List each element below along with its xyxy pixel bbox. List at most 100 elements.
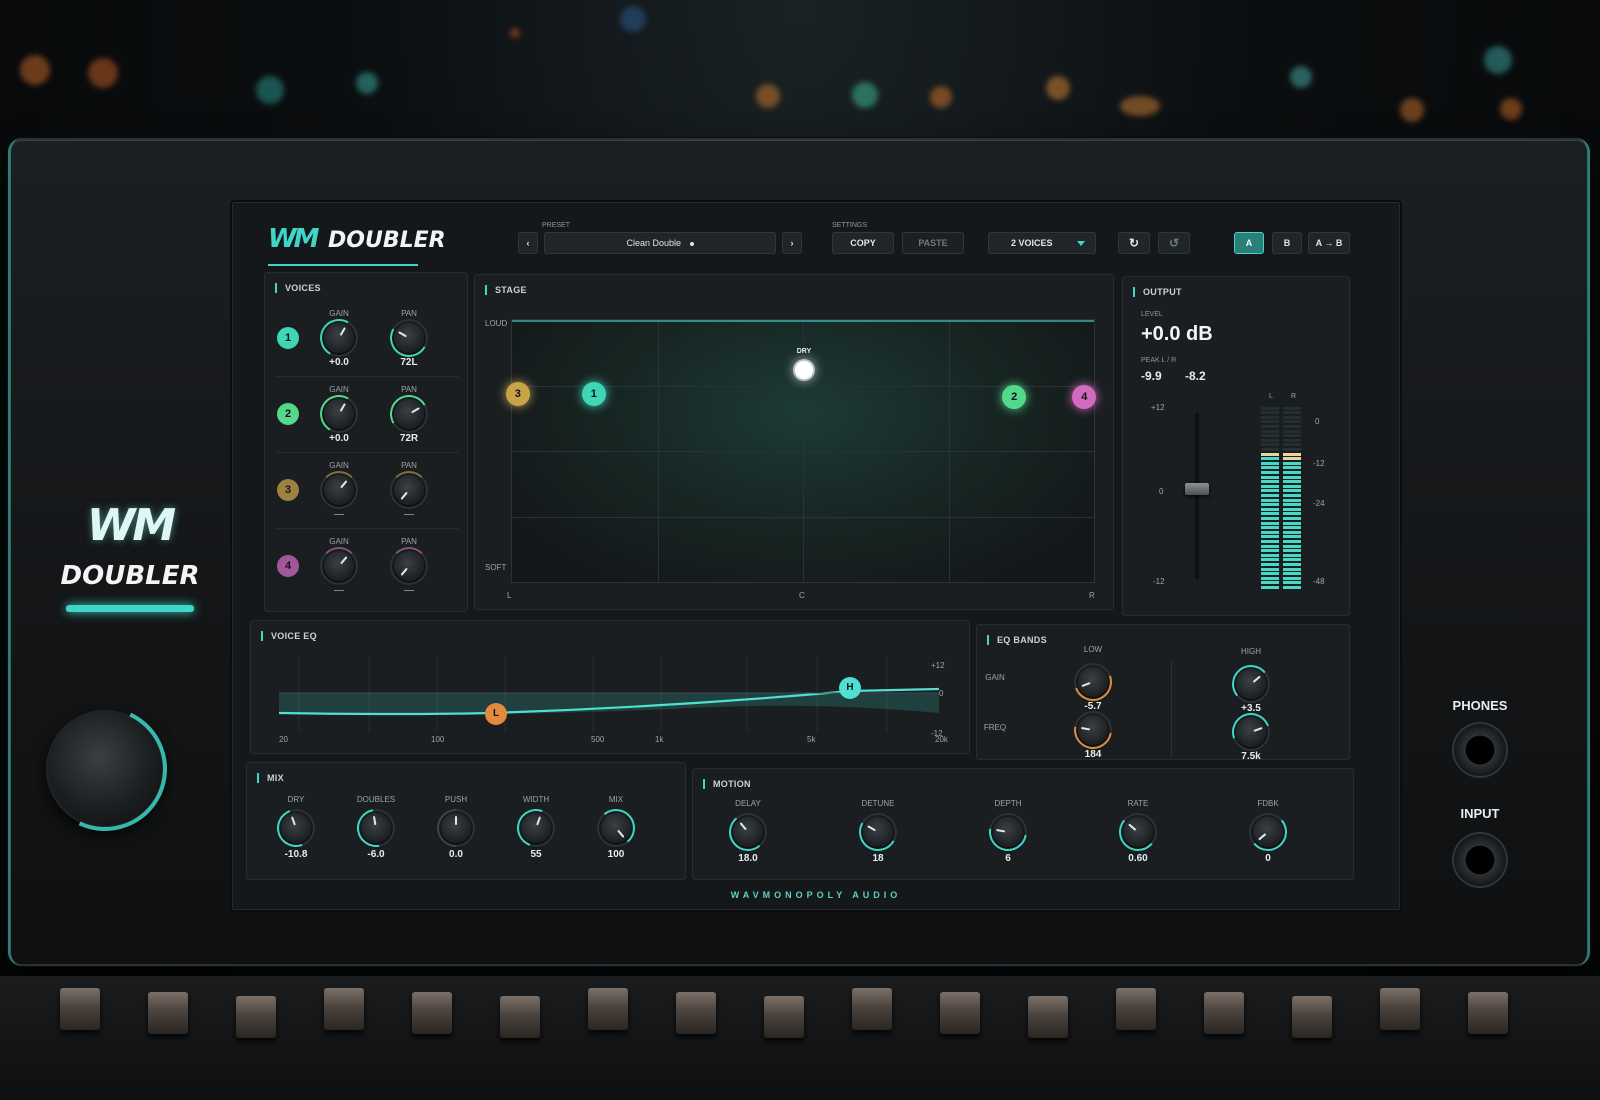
voice-1-pan-knob[interactable] <box>385 314 433 362</box>
undo-icon: ↻ <box>1128 236 1140 250</box>
voice-row-3: 3 GAIN PAN — — <box>265 455 469 529</box>
preset-selector[interactable]: Clean Double <box>544 232 776 254</box>
redo-button[interactable]: ↺ <box>1158 232 1190 254</box>
output-panel: OUTPUT LEVEL +0.0 dB PEAK L / R -9.9 -8.… <box>1122 276 1350 616</box>
eq-db-bottom: -12 <box>931 729 943 738</box>
peak-label: PEAK L / R <box>1141 357 1177 364</box>
voices-select[interactable]: 2 VOICES <box>988 232 1096 254</box>
phones-label: PHONES <box>1452 698 1508 713</box>
stage-voice-2-handle[interactable]: 2 <box>1002 384 1027 409</box>
eq-freq-tick: 20 <box>279 735 288 744</box>
gain-row-label: GAIN <box>985 673 1005 682</box>
voice-3-pan-value: — <box>404 509 414 520</box>
phones-jack[interactable] <box>1454 724 1506 776</box>
motion-fdbk-label: FDBK <box>1257 799 1279 808</box>
voice-3-pan-knob[interactable] <box>390 471 428 509</box>
mix-doubles-value: -6.0 <box>367 849 385 860</box>
stage-field[interactable]: 3 1 2 4 DRY <box>505 319 1097 583</box>
high-freq-knob[interactable] <box>1225 706 1277 758</box>
redo-icon: ↺ <box>1168 236 1180 250</box>
peak-right: -8.2 <box>1185 369 1206 383</box>
meter-scale-12: -12 <box>1313 459 1325 468</box>
output-fader-handle[interactable] <box>1185 483 1209 495</box>
voice-1-badge[interactable]: 1 <box>277 327 299 349</box>
voice-4-gain-knob[interactable] <box>320 547 358 585</box>
stage-voice-4-handle[interactable]: 4 <box>1072 384 1097 409</box>
meter-right-label: R <box>1291 393 1297 400</box>
console-fader <box>764 996 804 1038</box>
mix-dry-label: DRY <box>287 795 305 804</box>
stage-voice-3-handle[interactable]: 3 <box>505 381 530 406</box>
stage-soft-label: SOFT <box>485 563 507 572</box>
ab-slot-a-button[interactable]: A <box>1234 232 1264 254</box>
mix-dry-knob[interactable] <box>270 802 322 854</box>
motion-delay-value: 18.0 <box>738 853 758 864</box>
motion-fdbk-knob[interactable] <box>1247 811 1289 853</box>
voice-gain-label: GAIN <box>329 309 349 318</box>
motion-rate-knob[interactable] <box>1117 811 1159 853</box>
mix-mix-label: MIX <box>608 795 624 804</box>
voice-row-4: 4 GAIN PAN — — <box>265 531 469 605</box>
mix-doubles-knob[interactable] <box>349 801 403 855</box>
preset-prev-button[interactable]: ‹ <box>518 232 538 254</box>
motion-delay-label: DELAY <box>735 799 761 808</box>
motion-detune-knob[interactable] <box>854 808 902 856</box>
ab-slot-b-button[interactable]: B <box>1272 232 1302 254</box>
undo-button[interactable]: ↻ <box>1118 232 1150 254</box>
meter-scale-0: 0 <box>1315 417 1320 426</box>
input-jack[interactable] <box>1454 834 1506 886</box>
stage-dry-handle[interactable] <box>795 361 813 380</box>
voice-4-pan-knob[interactable] <box>390 547 428 585</box>
voice-3-gain-knob[interactable] <box>320 471 358 509</box>
low-freq-knob[interactable] <box>1066 703 1120 757</box>
stage-voice-1-handle[interactable]: 1 <box>581 381 606 406</box>
eq-high-handle[interactable]: H <box>839 677 861 699</box>
eq-db-zero: 0 <box>939 689 944 698</box>
motion-depth-knob[interactable] <box>981 805 1035 859</box>
console-fader <box>588 988 628 1030</box>
stage-dry-label: DRY <box>796 348 812 356</box>
voice-gain-label: GAIN <box>329 385 349 394</box>
voice-4-badge[interactable]: 4 <box>277 555 299 577</box>
console-fader <box>500 996 540 1038</box>
eq-curve-graph[interactable] <box>251 621 971 755</box>
volume-knob[interactable] <box>46 710 164 828</box>
console-faders <box>0 976 1600 1100</box>
motion-delay-knob[interactable] <box>727 811 769 853</box>
voice-4-gain-value: — <box>334 585 344 596</box>
low-freq-value: 184 <box>1084 749 1102 760</box>
output-meter <box>1261 405 1305 589</box>
voice-2-badge[interactable]: 2 <box>277 403 299 425</box>
low-gain-knob[interactable] <box>1067 656 1119 708</box>
voice-gain-label: GAIN <box>329 537 349 546</box>
voice-divider <box>275 528 459 529</box>
mix-mix-knob[interactable] <box>595 807 637 849</box>
ab-copy-button[interactable]: A → B <box>1308 232 1350 254</box>
motion-detune-label: DETUNE <box>861 799 895 808</box>
high-gain-knob[interactable] <box>1230 663 1272 705</box>
paste-button[interactable]: PASTE <box>902 232 964 254</box>
voice-pan-label: PAN <box>401 537 417 546</box>
voice-2-gain-knob[interactable] <box>315 390 363 438</box>
plugin-screen: WM DOUBLER PRESET ‹ Clean Double › SETTI… <box>230 200 1402 912</box>
voice-3-gain-value: — <box>334 509 344 520</box>
voice-3-badge[interactable]: 3 <box>277 479 299 501</box>
preset-next-button[interactable]: › <box>782 232 802 254</box>
console-fader <box>940 992 980 1034</box>
eq-low-handle[interactable]: L <box>485 703 507 725</box>
input-label: INPUT <box>1460 806 1500 821</box>
voice-1-gain-knob[interactable] <box>315 314 363 362</box>
copy-button[interactable]: COPY <box>832 232 894 254</box>
console-fader <box>324 988 364 1030</box>
output-fader-track[interactable] <box>1195 413 1199 579</box>
meter-left-label: L <box>1269 393 1273 400</box>
mix-push-value: 0.0 <box>449 849 463 860</box>
mix-width-knob[interactable] <box>510 802 562 854</box>
voice-2-pan-knob[interactable] <box>385 390 433 438</box>
output-level: +0.0 dB <box>1141 323 1213 345</box>
voice-eq-panel: VOICE EQ L H 20 100 500 1k 5k 20k +12 0 -12 <box>250 620 970 754</box>
console-fader <box>1468 992 1508 1034</box>
console-fader <box>236 996 276 1038</box>
mix-panel: MIX DRY -10.8 DOUBLES -6.0 PUSH 0.0 WIDTH 55 MIX… <box>246 762 686 880</box>
mix-push-knob[interactable] <box>429 801 483 855</box>
